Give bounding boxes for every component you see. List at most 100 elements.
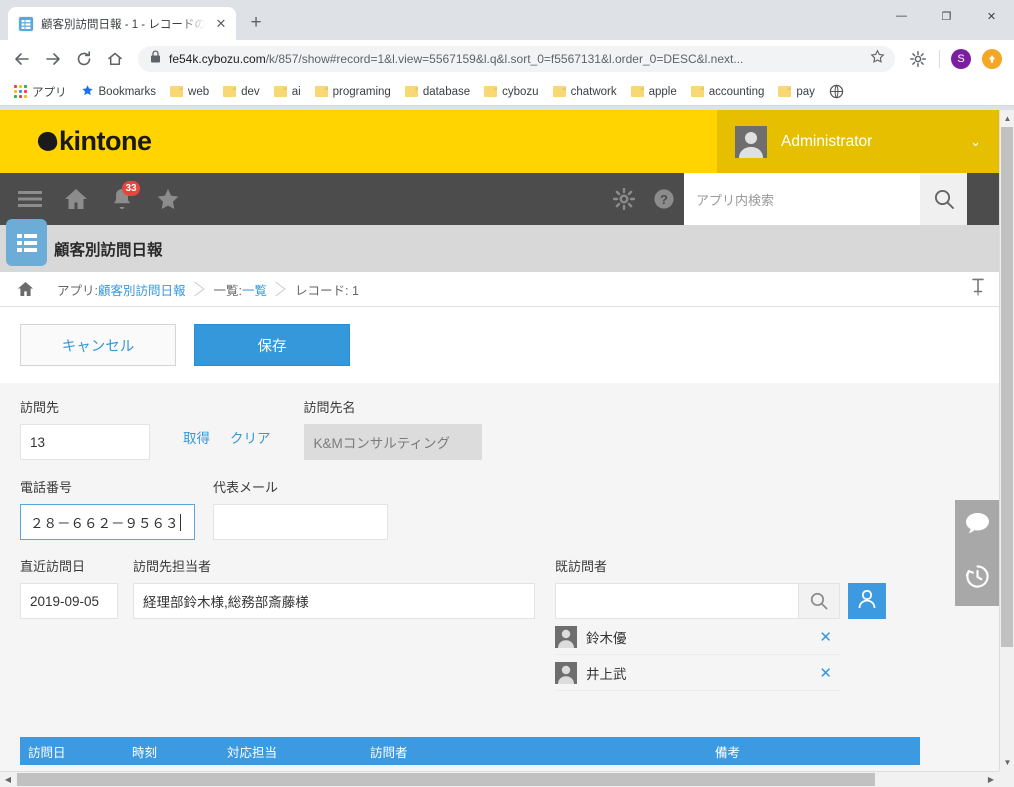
comment-bubble-icon[interactable] xyxy=(965,512,990,539)
user-avatar-icon xyxy=(555,661,577,684)
bookmark-chatwork[interactable]: chatwork xyxy=(547,84,623,100)
settings-gear-icon[interactable] xyxy=(604,179,644,219)
bookmark-bookmarks[interactable]: Bookmarks xyxy=(75,82,163,102)
search-icon[interactable] xyxy=(798,583,840,619)
form-row-3: 直近訪問日 2019-09-05 訪問先担当者 経理部鈴木様,総務部斎藤様 既訪… xyxy=(0,540,999,691)
breadcrumb-link-app[interactable]: 顧客別訪問日報 xyxy=(98,280,186,299)
remove-user-icon[interactable]: ✕ xyxy=(819,628,840,646)
breadcrumb-link-view[interactable]: 一覧 xyxy=(242,280,267,299)
user-menu[interactable]: Administrator ⌄ xyxy=(717,110,999,173)
field-label: 直近訪問日 xyxy=(20,559,86,574)
bookmark-label: programing xyxy=(332,85,391,98)
window-controls: — ❐ ✕ xyxy=(879,0,1014,32)
bookmark-dev[interactable]: dev xyxy=(217,84,266,100)
selected-user-name: 井上武 xyxy=(586,666,627,682)
kintone-logo-mark xyxy=(36,130,59,153)
kintone-logo[interactable]: kintone xyxy=(0,110,717,173)
notification-badge: 33 xyxy=(122,181,140,196)
field-contact-person: 訪問先担当者 経理部鈴木様,総務部斎藤様 xyxy=(133,556,535,619)
scroll-left-arrow[interactable]: ◀ xyxy=(0,772,16,787)
email-input[interactable] xyxy=(213,504,388,540)
reload-icon[interactable] xyxy=(70,45,98,73)
breadcrumb-item-record: レコード: 1 xyxy=(295,283,359,298)
bookmark-label: Bookmarks xyxy=(98,85,157,98)
maximize-button[interactable]: ❐ xyxy=(924,0,969,32)
bookmark-cybozu[interactable]: cybozu xyxy=(478,84,544,100)
address-bar[interactable]: fe54k.cybozu.com/k/857/show#record=1&l.v… xyxy=(138,46,895,72)
last-visit-date-input[interactable]: 2019-09-05 xyxy=(20,583,118,619)
visitor-search-input[interactable] xyxy=(555,583,798,619)
star-icon xyxy=(81,84,94,100)
search-icon[interactable] xyxy=(920,173,967,225)
bell-icon[interactable]: 33 xyxy=(102,179,142,219)
extension-gear-icon[interactable] xyxy=(904,45,932,73)
pin-icon[interactable] xyxy=(971,278,985,301)
save-button[interactable]: 保存 xyxy=(194,324,350,366)
phone-input[interactable]: ２８－６６２－９５６３ xyxy=(20,504,195,540)
bookmark-apps[interactable]: アプリ xyxy=(8,82,73,102)
remove-user-icon[interactable]: ✕ xyxy=(819,664,840,682)
scrollbar-corner xyxy=(999,771,1014,787)
bookmark-database[interactable]: database xyxy=(399,84,476,100)
add-user-button[interactable] xyxy=(848,583,886,619)
home-icon[interactable] xyxy=(56,179,96,219)
svg-text:?: ? xyxy=(660,192,668,207)
bookmark-apple[interactable]: apple xyxy=(625,84,683,100)
column-header-time: 時刻 xyxy=(132,745,158,760)
field-visitors: 既訪問者 鈴木優 ✕ 井上武 ✕ xyxy=(555,556,886,691)
bookmarks-bar: アプリ Bookmarks web dev ai programing data… xyxy=(0,78,1014,106)
bookmark-pay[interactable]: pay xyxy=(772,84,821,100)
profile-avatar[interactable]: S xyxy=(947,45,975,73)
bookmark-star-icon[interactable] xyxy=(870,49,885,69)
vertical-scroll-thumb[interactable] xyxy=(1001,127,1013,647)
contact-person-input[interactable]: 経理部鈴木様,総務部斎藤様 xyxy=(133,583,535,619)
clear-link[interactable]: クリア xyxy=(230,427,271,447)
column-header-visitor: 訪問者 xyxy=(370,745,408,760)
page-viewport: kintone Administrator ⌄ 33 ? アプリ内検索 顧客別訪… xyxy=(0,110,1014,787)
bookmark-accounting[interactable]: accounting xyxy=(685,84,771,100)
folder-icon xyxy=(273,86,287,97)
horizontal-scroll-thumb[interactable] xyxy=(17,773,875,786)
update-button[interactable] xyxy=(978,45,1006,73)
close-window-button[interactable]: ✕ xyxy=(969,0,1014,32)
scroll-up-arrow[interactable]: ▲ xyxy=(1000,110,1014,127)
text-caret xyxy=(179,513,181,531)
scroll-down-arrow[interactable]: ▼ xyxy=(1000,754,1014,771)
list-item[interactable]: 井上武 ✕ xyxy=(555,655,840,691)
app-title-bar: 顧客別訪問日報 xyxy=(0,219,999,272)
breadcrumb-prefix: 一覧: xyxy=(213,283,242,298)
tab-close-icon[interactable]: ✕ xyxy=(212,15,230,33)
fetch-link[interactable]: 取得 xyxy=(183,427,210,447)
user-name: Administrator xyxy=(781,132,873,150)
horizontal-scrollbar[interactable]: ◀ ▶ xyxy=(0,771,999,787)
new-tab-button[interactable]: + xyxy=(242,9,270,37)
visit-target-input[interactable]: 13 xyxy=(20,424,150,460)
folder-icon xyxy=(630,86,644,97)
vertical-scrollbar[interactable]: ▲ ▼ xyxy=(999,110,1014,787)
help-icon[interactable]: ? xyxy=(644,179,684,219)
globe-icon[interactable] xyxy=(823,82,850,101)
history-clock-icon[interactable] xyxy=(965,564,990,594)
cancel-button[interactable]: キャンセル xyxy=(20,324,176,366)
hamburger-menu-icon[interactable] xyxy=(10,179,50,219)
list-item[interactable]: 鈴木優 ✕ xyxy=(555,619,840,655)
home-icon[interactable] xyxy=(101,45,129,73)
bookmark-web[interactable]: web xyxy=(164,84,215,100)
kintone-header: kintone Administrator ⌄ xyxy=(0,110,999,173)
tab-strip: 顧客別訪問日報 - 1 - レコードの詳細 ✕ + — ❐ ✕ xyxy=(0,0,1014,40)
favorite-star-icon[interactable] xyxy=(148,179,188,219)
apps-grid-icon xyxy=(14,85,27,98)
scroll-right-arrow[interactable]: ▶ xyxy=(983,772,999,787)
field-label: 既訪問者 xyxy=(555,559,608,574)
bookmark-programing[interactable]: programing xyxy=(309,84,397,100)
minimize-button[interactable]: — xyxy=(879,0,924,32)
app-search-input[interactable]: アプリ内検索 xyxy=(684,173,920,225)
home-icon[interactable] xyxy=(8,281,43,297)
bookmark-ai[interactable]: ai xyxy=(268,84,307,100)
bookmark-label: dev xyxy=(241,85,260,98)
browser-tab[interactable]: 顧客別訪問日報 - 1 - レコードの詳細 ✕ xyxy=(8,7,236,40)
back-icon[interactable] xyxy=(8,45,36,73)
forward-icon[interactable] xyxy=(39,45,67,73)
tab-title: 顧客別訪問日報 - 1 - レコードの詳細 xyxy=(41,18,205,31)
user-avatar-icon xyxy=(735,125,767,158)
